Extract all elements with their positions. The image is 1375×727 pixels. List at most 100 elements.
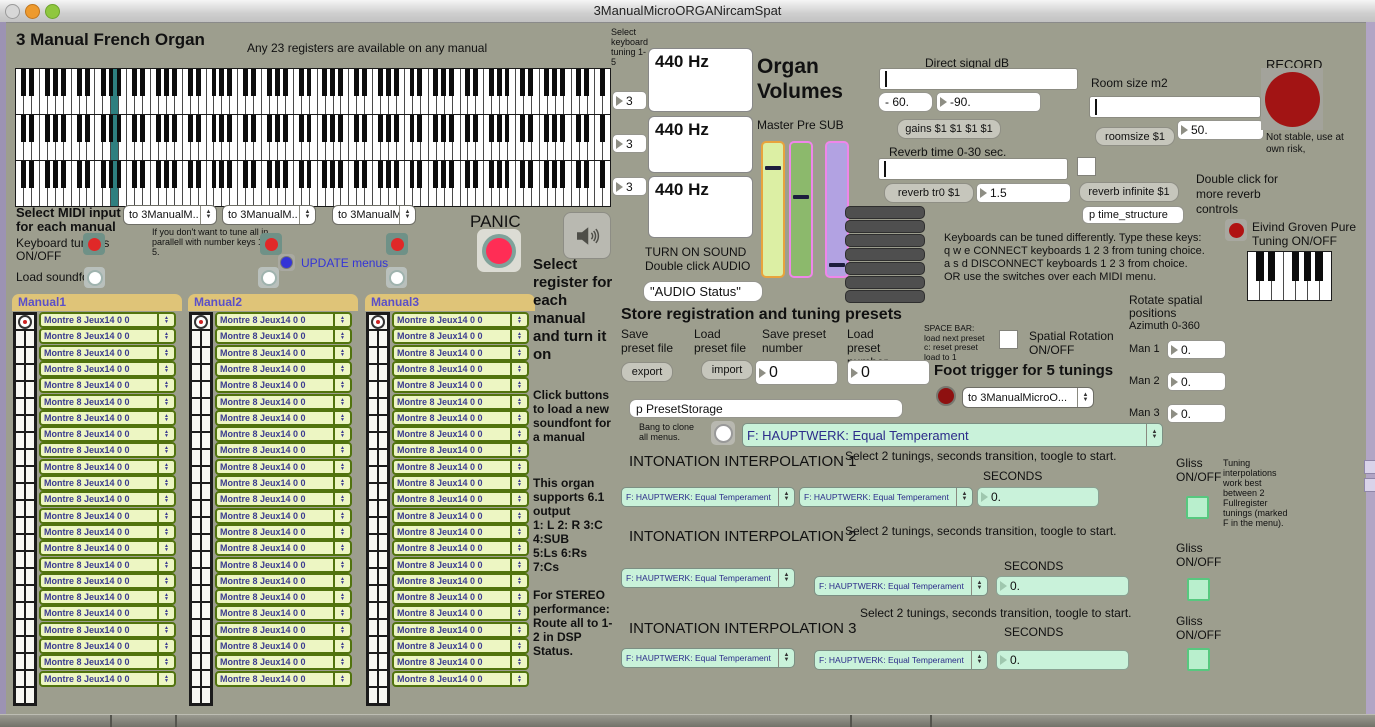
register-menu[interactable]: Montre 8 Jeux14 0 0▲▼ [39,622,176,638]
piano-black-key[interactable] [283,69,288,96]
matrix-cell[interactable] [15,364,25,381]
stack-bar[interactable] [845,276,925,289]
matrix-cell[interactable] [378,534,388,551]
piano-black-key[interactable] [473,161,478,188]
piano-black-key[interactable] [330,161,335,188]
piano-black-key[interactable] [85,69,90,96]
matrix-cell[interactable] [15,381,25,398]
matrix-cell[interactable] [15,551,25,568]
matrix-cell[interactable] [368,602,378,619]
matrix-cell[interactable] [25,415,35,432]
piano-black-key[interactable] [227,115,232,142]
register-menu[interactable]: Montre 8 Jeux14 0 0▲▼ [392,491,529,507]
man2-azimuth-numbox[interactable]: 0. [1167,372,1226,391]
time-structure-patch[interactable]: p time_structure [1082,206,1184,224]
register-menu[interactable]: Montre 8 Jeux14 0 0▲▼ [39,345,176,361]
matrix-cell[interactable] [378,398,388,415]
groven-toggle[interactable] [1225,219,1247,241]
matrix-cell[interactable] [378,551,388,568]
piano-black-key[interactable] [117,69,122,96]
matrix-cell[interactable] [191,585,201,602]
piano-black-key[interactable] [362,69,367,96]
piano-black-key[interactable] [378,115,383,142]
piano-black-key[interactable] [196,161,201,188]
soundfont-bang-3[interactable] [386,267,407,288]
register-menu[interactable]: Montre 8 Jeux14 0 0▲▼ [215,524,352,540]
register-menu[interactable]: Montre 8 Jeux14 0 0▲▼ [39,377,176,393]
piano-black-key[interactable] [528,115,533,142]
piano-black-key[interactable] [497,69,502,96]
matrix-cell[interactable] [378,466,388,483]
piano-white-key[interactable] [588,115,596,160]
spatial-rotation-checkbox[interactable] [999,330,1018,349]
matrix-cell[interactable] [191,364,201,381]
piano-black-key[interactable] [600,69,605,96]
piano-black-key[interactable] [101,161,106,188]
piano-black-key[interactable] [307,69,312,96]
matrix-cell[interactable] [368,636,378,653]
register-menu[interactable]: Montre 8 Jeux14 0 0▲▼ [215,459,352,475]
register-menu[interactable]: Montre 8 Jeux14 0 0▲▼ [215,442,352,458]
register-menu[interactable]: Montre 8 Jeux14 0 0▲▼ [215,426,352,442]
stack-bar[interactable] [845,290,925,303]
matrix-cell[interactable] [201,534,211,551]
piano-black-key[interactable] [489,161,494,188]
direct-signal-slider[interactable] [879,68,1078,90]
piano-black-key[interactable] [101,69,106,96]
piano-black-key[interactable] [330,69,335,96]
piano-black-key[interactable] [465,69,470,96]
load-preset-numbox[interactable]: 0 [847,360,930,385]
matrix-cell[interactable] [15,534,25,551]
piano-black-key[interactable] [394,161,399,188]
matrix-cell[interactable] [201,483,211,500]
piano-black-key[interactable] [219,161,224,188]
pitch-display-2[interactable]: 440 Hz [648,116,753,173]
piano-black-key[interactable] [520,161,525,188]
record-button[interactable] [1261,68,1323,130]
piano-black-key[interactable] [85,161,90,188]
piano-black-key[interactable] [267,115,272,142]
matrix-cell[interactable] [15,687,25,704]
matrix-cell[interactable] [378,449,388,466]
piano-black-key[interactable] [1268,252,1275,281]
stack-bar[interactable] [845,262,925,275]
piano-black-key[interactable] [1304,252,1311,281]
register-select-matrix[interactable] [189,312,213,706]
piano-black-key[interactable] [196,115,201,142]
midi-menu-1[interactable]: to 3ManualM..▲▼ [123,205,217,225]
matrix-cell[interactable] [25,398,35,415]
piano-black-key[interactable] [164,161,169,188]
piano-black-key[interactable] [227,161,232,188]
pitch-display-1[interactable]: 440 Hz [648,48,753,112]
matrix-cell[interactable] [201,619,211,636]
reverb-tr0-message[interactable]: reverb tr0 $1 [884,183,974,203]
soundfont-bang-1[interactable] [84,267,105,288]
piano-black-key[interactable] [243,115,248,142]
matrix-cell[interactable] [15,585,25,602]
matrix-cell[interactable] [378,636,388,653]
piano-black-key[interactable] [544,69,549,96]
register-menu[interactable]: Montre 8 Jeux14 0 0▲▼ [392,328,529,344]
register-menu[interactable]: Montre 8 Jeux14 0 0▲▼ [215,573,352,589]
register-menu[interactable]: Montre 8 Jeux14 0 0▲▼ [392,377,529,393]
matrix-cell[interactable] [191,636,201,653]
matrix-cell[interactable] [201,568,211,585]
matrix-cell[interactable] [25,670,35,687]
piano-black-key[interactable] [441,69,446,96]
intonation-3-menu-b[interactable]: F: HAUPTWERK: Equal Temperament▲▼ [814,650,988,670]
matrix-cell[interactable] [15,619,25,636]
piano-black-key[interactable] [505,69,510,96]
piano-black-key[interactable] [552,161,557,188]
piano-black-key[interactable] [212,115,217,142]
register-menu[interactable]: Montre 8 Jeux14 0 0▲▼ [392,361,529,377]
piano-black-key[interactable] [330,115,335,142]
matrix-cell[interactable] [201,330,211,347]
matrix-cell[interactable] [191,534,201,551]
matrix-cell[interactable] [378,415,388,432]
register-menu[interactable]: Montre 8 Jeux14 0 0▲▼ [39,557,176,573]
register-menu[interactable]: Montre 8 Jeux14 0 0▲▼ [39,459,176,475]
matrix-cell[interactable] [368,347,378,364]
piano-black-key[interactable] [251,115,256,142]
matrix-cell[interactable] [368,500,378,517]
piano-black-key[interactable] [61,69,66,96]
